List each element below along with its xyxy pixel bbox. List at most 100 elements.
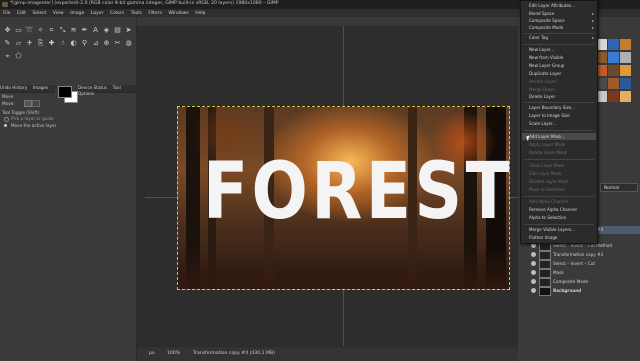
menu-windows[interactable]: Windows	[169, 11, 189, 16]
clone-icon[interactable]: ⎘	[36, 39, 45, 48]
paintbrush-icon[interactable]: ✎	[3, 39, 12, 48]
menu-item-alpha-to-selection[interactable]: Alpha to Selection	[529, 215, 566, 220]
tab-images[interactable]: Images	[33, 85, 48, 90]
cage-icon[interactable]: ⬠	[14, 52, 23, 61]
dodge-burn-icon[interactable]: ◐	[69, 39, 78, 48]
heal-icon[interactable]: ✚	[47, 39, 56, 48]
menu-view[interactable]: View	[53, 11, 64, 16]
move-active-radio[interactable]	[4, 124, 7, 127]
menu-item-edit-layer-attributes[interactable]: Edit Layer Attributes...	[529, 3, 575, 8]
lasso-icon[interactable]: ➰	[25, 26, 34, 35]
layer-row[interactable]: Background	[531, 287, 640, 296]
pattern-swatch[interactable]	[620, 52, 631, 63]
menu-item-add-alpha-channel: Add Alpha Channel	[529, 199, 568, 204]
tab-undo-history[interactable]: Undo History	[0, 85, 27, 90]
menu-separator	[524, 33, 594, 34]
menu-item-flatten-image[interactable]: Flatten Image	[529, 235, 557, 240]
paths-icon[interactable]: ✒	[80, 26, 89, 35]
eye-icon[interactable]	[531, 270, 536, 275]
pattern-swatch[interactable]	[620, 39, 631, 50]
panel-tabs-right: Device Status Tool Options	[78, 85, 136, 96]
pattern-swatch[interactable]	[608, 65, 619, 76]
pattern-swatch[interactable]	[608, 52, 619, 63]
scissors-icon[interactable]: ✂	[113, 39, 122, 48]
layer-row[interactable]: Transformation copy #3	[531, 251, 640, 260]
menu-separator	[524, 102, 594, 103]
pointer-icon[interactable]: ➤	[124, 26, 133, 35]
menu-item-new-layer[interactable]: New Layer...	[529, 47, 554, 52]
unified-transform-icon[interactable]: ⤡	[58, 26, 67, 35]
menu-item-scale-layer[interactable]: Scale Layer...	[529, 121, 556, 126]
move-layer-mode-icon[interactable]	[24, 100, 32, 107]
menu-item-add-layer-mask[interactable]: Add Layer Mask...	[529, 134, 565, 139]
warp-icon[interactable]: ≋	[69, 26, 78, 35]
eyedropper-icon[interactable]: ⚲	[80, 39, 89, 48]
menu-item-composite-space[interactable]: Composite Space	[529, 18, 565, 23]
menu-item-merge-visible-layers[interactable]: Merge Visible Layers...	[529, 227, 575, 232]
image-canvas[interactable]: FOREST	[177, 106, 510, 290]
panel-tabs-left: Undo History Images	[0, 85, 55, 93]
unit-select[interactable]: px	[149, 351, 155, 356]
airbrush-icon[interactable]: ✈	[25, 39, 34, 48]
zoom-select[interactable]: 100%	[167, 351, 180, 356]
layer-name: Select – Invert – Cut	[553, 261, 595, 266]
menu-separator	[524, 224, 594, 225]
menu-layer[interactable]: Layer	[91, 11, 104, 16]
menu-item-composite-mode[interactable]: Composite Mode	[529, 25, 563, 30]
handle-transform-icon[interactable]: ⌖	[3, 52, 12, 61]
menu-item-remove-alpha-channel[interactable]: Remove Alpha Channel	[529, 207, 577, 212]
layer-row[interactable]: Composite Mode	[531, 278, 640, 287]
move-selection-mode-icon[interactable]	[32, 100, 40, 107]
menu-item-duplicate-layer[interactable]: Duplicate Layer	[529, 71, 561, 76]
menu-select[interactable]: Select	[32, 11, 46, 16]
foreground-color-swatch[interactable]	[58, 86, 72, 98]
pattern-swatch[interactable]	[608, 39, 619, 50]
eye-icon[interactable]	[531, 252, 536, 257]
menu-item-anchor-layer: Anchor Layer	[529, 79, 557, 84]
menu-colors[interactable]: Colors	[110, 11, 124, 16]
forest-text-layer[interactable]: FOREST	[203, 147, 509, 237]
fuzzy-select-icon[interactable]: ✧	[36, 26, 45, 35]
layer-mode-dropdown[interactable]: Normal	[600, 183, 638, 192]
eye-icon[interactable]	[531, 279, 536, 284]
menu-item-color-tag[interactable]: Color Tag	[529, 35, 548, 40]
smudge-icon[interactable]: ☝	[58, 39, 67, 48]
paint-bucket-icon[interactable]: ◈	[102, 26, 111, 35]
layer-row[interactable]: Select – Invert – Cut	[531, 260, 640, 269]
menu-item-blend-space[interactable]: Blend Space	[529, 11, 554, 16]
pattern-swatch[interactable]	[620, 91, 631, 102]
menu-item-layer-boundary-size[interactable]: Layer Boundary Size...	[529, 105, 575, 110]
layer-thumbnail	[539, 260, 551, 269]
forest-floor	[178, 247, 509, 289]
tab-device-status[interactable]: Device Status	[78, 85, 107, 90]
pattern-swatch[interactable]	[620, 78, 631, 89]
menu-tools[interactable]: Tools	[131, 11, 142, 16]
submenu-arrow-icon: ▸	[591, 18, 594, 23]
menu-image[interactable]: Image	[70, 11, 84, 16]
menu-edit[interactable]: Edit	[17, 11, 26, 16]
layer-row[interactable]: Mask	[531, 269, 640, 278]
menu-item-delete-layer[interactable]: Delete Layer	[529, 94, 555, 99]
text-tool-icon[interactable]: A	[91, 26, 100, 35]
gimp-app-icon	[2, 2, 8, 7]
crop-icon[interactable]: ⌗	[47, 26, 56, 35]
menu-filters[interactable]: Filters	[148, 11, 162, 16]
pick-layer-radio[interactable]	[4, 117, 9, 122]
pattern-swatch[interactable]	[608, 78, 619, 89]
measure-icon[interactable]: ⊿	[91, 39, 100, 48]
eye-icon[interactable]	[531, 261, 536, 266]
zoom-icon[interactable]: ⊕	[102, 39, 111, 48]
eraser-icon[interactable]: ▱	[14, 39, 23, 48]
menu-item-new-layer-group[interactable]: New Layer Group	[529, 63, 564, 68]
menu-item-layer-to-image-size[interactable]: Layer to Image Size	[529, 113, 570, 118]
pattern-swatch[interactable]	[608, 91, 619, 102]
rect-select-icon[interactable]: ▭	[14, 26, 23, 35]
eye-icon[interactable]	[531, 288, 536, 293]
foreground-select-icon[interactable]: ◍	[124, 39, 133, 48]
pattern-swatch[interactable]	[620, 65, 631, 76]
menu-help[interactable]: Help	[195, 11, 205, 16]
gradient-icon[interactable]: ▤	[113, 26, 122, 35]
menu-item-new-from-visible[interactable]: New from Visible	[529, 55, 563, 60]
menu-file[interactable]: File	[3, 11, 11, 16]
move-tool-icon[interactable]: ✥	[3, 26, 12, 35]
